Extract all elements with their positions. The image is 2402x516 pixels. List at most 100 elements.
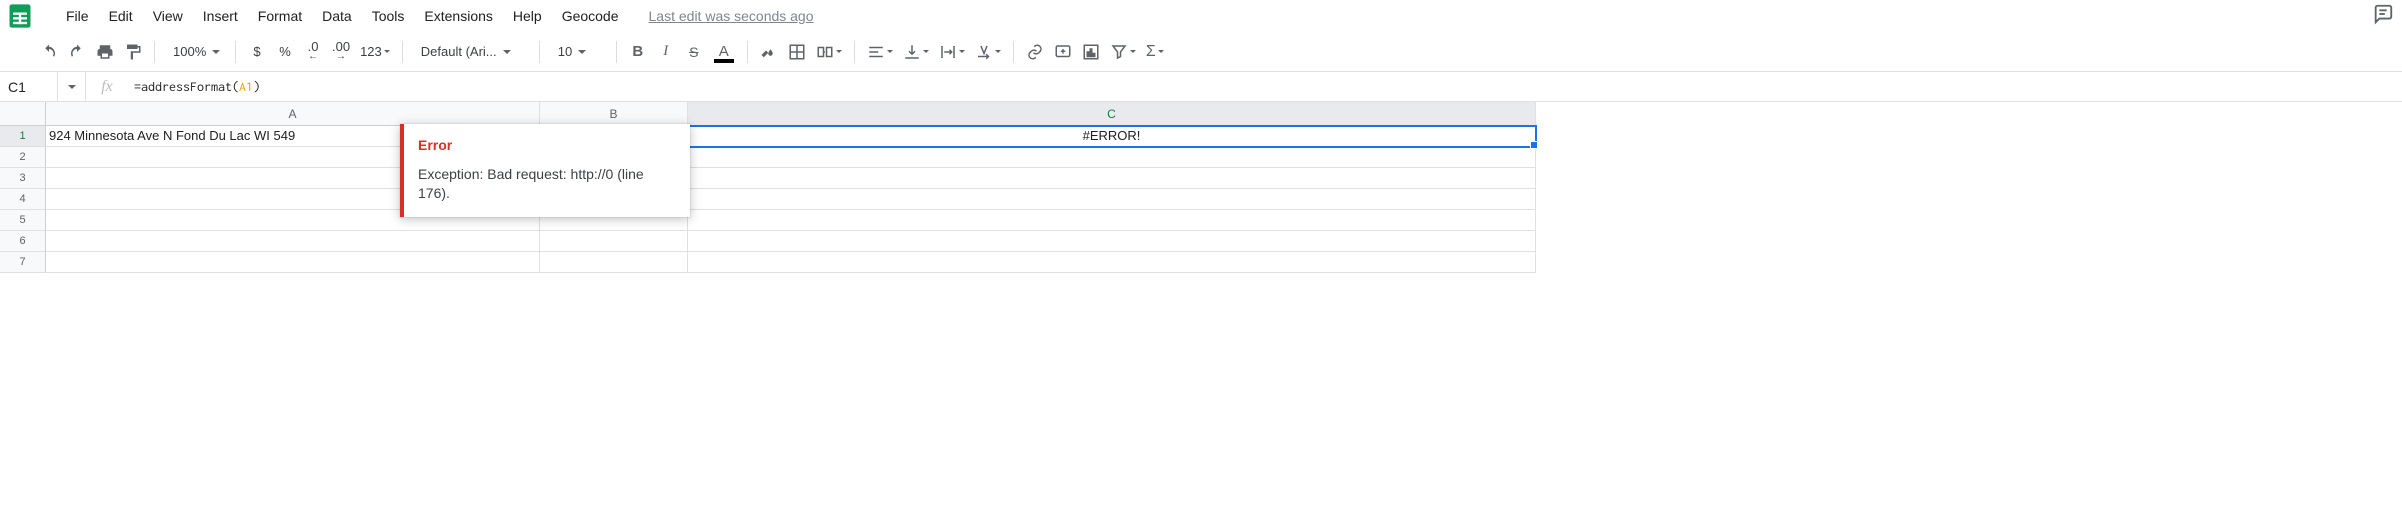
- cell[interactable]: [688, 252, 1536, 273]
- cell[interactable]: [688, 147, 1536, 168]
- toolbar-separator: [747, 41, 748, 63]
- insert-chart-button[interactable]: [1078, 38, 1104, 66]
- zoom-dropdown[interactable]: 100%: [163, 38, 227, 66]
- format-percent-button[interactable]: %: [272, 38, 298, 66]
- fx-icon: fx: [86, 72, 128, 101]
- menu-data[interactable]: Data: [312, 4, 362, 28]
- insert-link-button[interactable]: [1022, 38, 1048, 66]
- row-header[interactable]: 5: [0, 210, 46, 231]
- last-edit-link[interactable]: Last edit was seconds ago: [649, 8, 814, 24]
- chevron-down-icon: [887, 50, 893, 53]
- font-size-value: 10: [558, 44, 572, 59]
- more-formats-button[interactable]: 123: [356, 38, 394, 66]
- cell[interactable]: [688, 210, 1536, 231]
- text-rotation-button[interactable]: [971, 38, 1005, 66]
- select-all-corner[interactable]: [0, 102, 46, 126]
- chevron-down-icon: [503, 50, 511, 54]
- bold-button[interactable]: B: [625, 38, 651, 66]
- text-color-swatch: [714, 59, 734, 63]
- row-header[interactable]: 2: [0, 147, 46, 168]
- cell[interactable]: [46, 231, 540, 252]
- decrease-decimal-button[interactable]: .0←: [300, 38, 326, 66]
- vertical-align-button[interactable]: [899, 38, 933, 66]
- formula-input[interactable]: =addressFormat(A1): [128, 72, 2402, 101]
- chevron-down-icon: [995, 50, 1001, 53]
- merge-cells-button[interactable]: [812, 38, 846, 66]
- row-header[interactable]: 6: [0, 231, 46, 252]
- font-size-dropdown[interactable]: 10: [548, 38, 608, 66]
- formula-token: A1: [239, 79, 253, 94]
- cell[interactable]: [688, 189, 1536, 210]
- error-tooltip: Error Exception: Bad request: http://0 (…: [400, 124, 690, 217]
- column-header-c[interactable]: C: [688, 102, 1536, 126]
- cell-c1[interactable]: #ERROR!: [688, 126, 1536, 147]
- cell[interactable]: [540, 252, 688, 273]
- chevron-down-icon: [1158, 50, 1164, 53]
- formula-token: ): [253, 79, 260, 94]
- chevron-down-icon: [1130, 50, 1136, 53]
- menu-extensions[interactable]: Extensions: [414, 4, 502, 28]
- strikethrough-button[interactable]: S: [681, 38, 707, 66]
- chevron-down-icon: [923, 50, 929, 53]
- formula-bar: C1 fx =addressFormat(A1): [0, 72, 2402, 102]
- cell[interactable]: [540, 231, 688, 252]
- menu-insert[interactable]: Insert: [193, 4, 248, 28]
- chevron-down-icon: [68, 85, 76, 89]
- spreadsheet-grid: A B C 1 924 Minnesota Ave N Fond Du Lac …: [0, 102, 2402, 273]
- format-currency-button[interactable]: $: [244, 38, 270, 66]
- increase-decimal-button[interactable]: .00→: [328, 38, 354, 66]
- chevron-down-icon: [578, 50, 586, 54]
- chevron-down-icon: [212, 50, 220, 54]
- toolbar-separator: [235, 41, 236, 63]
- menu-geocode[interactable]: Geocode: [552, 4, 629, 28]
- font-family-value: Default (Ari...: [421, 44, 497, 59]
- toolbar-separator: [539, 41, 540, 63]
- menu-tools[interactable]: Tools: [362, 4, 415, 28]
- formula-token: =: [134, 79, 141, 94]
- italic-button[interactable]: I: [653, 38, 679, 66]
- menu-edit[interactable]: Edit: [99, 4, 143, 28]
- toolbar-separator: [402, 41, 403, 63]
- undo-button[interactable]: [36, 38, 62, 66]
- row-header[interactable]: 4: [0, 189, 46, 210]
- row-header[interactable]: 1: [0, 126, 46, 147]
- error-title: Error: [418, 136, 674, 155]
- name-box-dropdown[interactable]: [58, 72, 86, 101]
- print-button[interactable]: [92, 38, 118, 66]
- text-color-button[interactable]: A: [709, 38, 739, 66]
- horizontal-align-button[interactable]: [863, 38, 897, 66]
- chevron-down-icon: [959, 50, 965, 53]
- toolbar-separator: [1013, 41, 1014, 63]
- toolbar-separator: [616, 41, 617, 63]
- column-header-a[interactable]: A: [46, 102, 540, 126]
- row-header[interactable]: 3: [0, 168, 46, 189]
- text-wrap-button[interactable]: [935, 38, 969, 66]
- sheets-logo[interactable]: [0, 0, 40, 32]
- cell[interactable]: [688, 231, 1536, 252]
- cell[interactable]: [688, 168, 1536, 189]
- menu-view[interactable]: View: [143, 4, 193, 28]
- row-header[interactable]: 7: [0, 252, 46, 273]
- toolbar-separator: [854, 41, 855, 63]
- functions-button[interactable]: Σ: [1142, 38, 1168, 66]
- insert-comment-button[interactable]: [1050, 38, 1076, 66]
- formula-token: (: [232, 79, 239, 94]
- menu-format[interactable]: Format: [248, 4, 312, 28]
- toolbar-separator: [154, 41, 155, 63]
- column-header-b[interactable]: B: [540, 102, 688, 126]
- cell[interactable]: [46, 252, 540, 273]
- filter-button[interactable]: [1106, 38, 1140, 66]
- font-family-dropdown[interactable]: Default (Ari...: [411, 38, 531, 66]
- toolbar: 100% $ % .0← .00→ 123 Default (Ari... 10…: [0, 32, 2402, 72]
- comments-icon[interactable]: [2372, 3, 2394, 28]
- paint-format-button[interactable]: [120, 38, 146, 66]
- error-message: Exception: Bad request: http://0 (line 1…: [418, 165, 674, 203]
- menu-help[interactable]: Help: [503, 4, 552, 28]
- menu-file[interactable]: File: [56, 4, 99, 28]
- chevron-down-icon: [384, 50, 390, 53]
- name-box[interactable]: C1: [0, 72, 58, 101]
- formula-token: addressFormat: [141, 79, 232, 94]
- borders-button[interactable]: [784, 38, 810, 66]
- redo-button[interactable]: [64, 38, 90, 66]
- fill-color-button[interactable]: [756, 38, 782, 66]
